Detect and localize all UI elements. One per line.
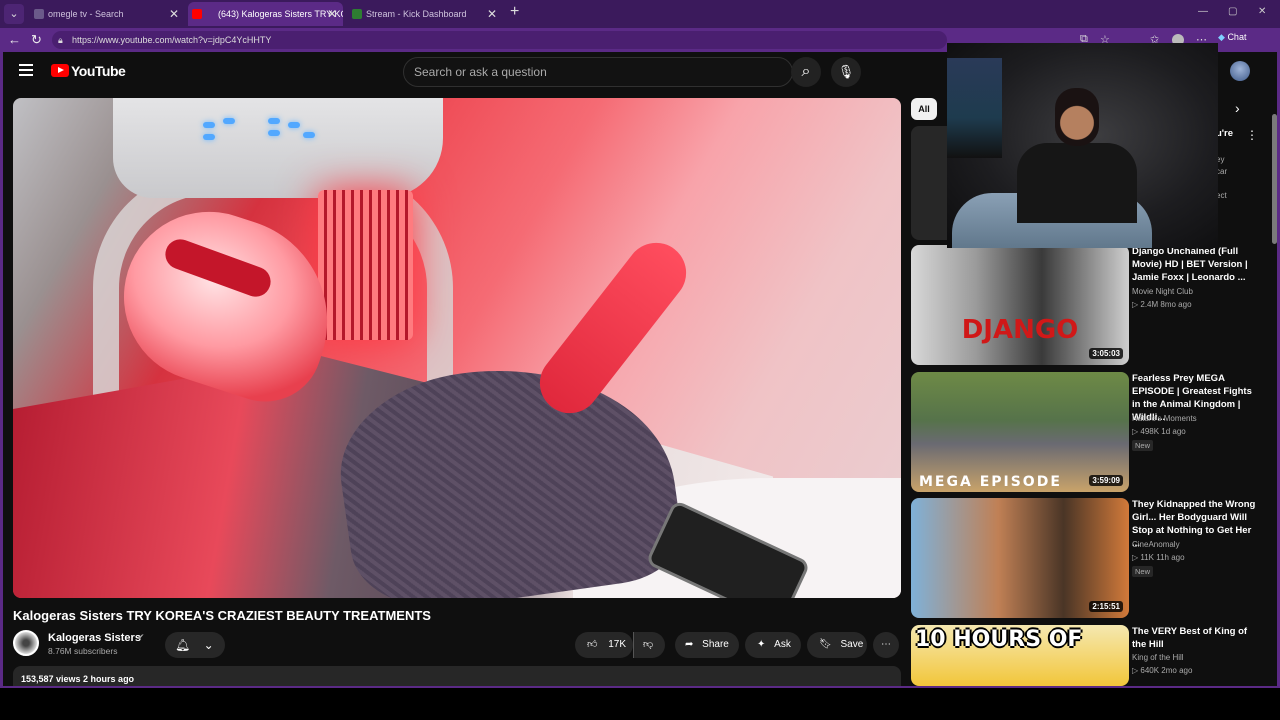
close-window-icon[interactable]: ✕ bbox=[1258, 6, 1266, 17]
thumbs-up-icon: 👍︎ bbox=[587, 639, 598, 650]
sparkle-icon: ✦ bbox=[757, 639, 766, 650]
kick-favicon-icon bbox=[352, 9, 362, 19]
copilot-chat-button[interactable]: ◆ Chat bbox=[1218, 32, 1246, 43]
scrollbar-thumb[interactable] bbox=[1272, 114, 1277, 244]
recommendation-meta: ▷ 498K 1d ago bbox=[1132, 427, 1186, 436]
minimize-icon[interactable]: — bbox=[1198, 6, 1208, 17]
recommendation-meta: ▷ 2.4M 8mo ago bbox=[1132, 300, 1192, 309]
share-button[interactable]: ➦ Share bbox=[675, 632, 739, 658]
recommendation-channel[interactable]: CineAnomaly bbox=[1132, 540, 1180, 549]
more-actions-button[interactable]: ⋯ bbox=[873, 632, 899, 658]
search-button[interactable]: ⌕ bbox=[791, 57, 821, 87]
search-input[interactable]: Search or ask a question bbox=[403, 57, 793, 87]
recommendation-channel[interactable]: King of the Hill bbox=[1132, 653, 1184, 662]
voice-search-button[interactable]: 🎙︎ bbox=[831, 57, 861, 87]
recommendation-meta: ▷ 11K 11h ago bbox=[1132, 553, 1185, 562]
recommendation-thumbnail[interactable]: DJANGO 3:05:03 bbox=[911, 245, 1129, 365]
tab-strip: ⌄ omegle tv - Search ✕ (643) Kalogeras S… bbox=[0, 0, 1280, 28]
tab-actions-icon[interactable]: ⌄ bbox=[4, 4, 24, 24]
youtube-logo-icon[interactable] bbox=[51, 64, 69, 77]
description-box[interactable]: 153,587 views 2 hours ago bbox=[13, 666, 901, 686]
video-title: Kalogeras Sisters TRY KOREA'S CRAZIEST B… bbox=[13, 608, 431, 623]
close-tab-icon[interactable]: ✕ bbox=[169, 2, 179, 26]
close-tab-icon[interactable]: ✕ bbox=[487, 2, 497, 26]
menu-icon[interactable] bbox=[19, 64, 33, 76]
ask-button[interactable]: ✦ Ask bbox=[745, 632, 801, 658]
subscriber-count: 8.76M subscribers bbox=[48, 646, 118, 656]
recommendation-meta: ▷ 640K 2mo ago bbox=[1132, 666, 1193, 675]
dislike-button[interactable]: 👎︎ bbox=[633, 632, 665, 658]
view-count: 153,587 views 2 hours ago bbox=[21, 674, 135, 684]
video-player[interactable] bbox=[13, 98, 901, 598]
channel-avatar[interactable] bbox=[13, 630, 39, 656]
search-icon: ⌕ bbox=[801, 63, 811, 80]
bell-icon: 🔔︎ bbox=[175, 638, 191, 652]
tab-kick[interactable]: Stream - Kick Dashboard ✕ bbox=[348, 2, 503, 26]
recommendation-thumbnail[interactable]: 2:15:51 bbox=[911, 498, 1129, 618]
tab-youtube[interactable]: (643) Kalogeras Sisters TRY KO ✕ bbox=[188, 2, 343, 26]
bookmark-icon: 🔖︎ bbox=[819, 639, 832, 650]
webcam-overlay bbox=[947, 43, 1218, 248]
account-avatar[interactable] bbox=[1230, 61, 1250, 81]
notification-bell-button[interactable]: 🔔︎ ⌄ bbox=[165, 632, 225, 658]
microphone-icon: 🎙︎ bbox=[837, 64, 855, 79]
more-horizontal-icon: ⋯ bbox=[881, 639, 891, 650]
address-bar[interactable]: 🔒︎ https://www.youtube.com/watch?v=jdpC4… bbox=[52, 31, 947, 49]
chevron-right-icon[interactable]: › bbox=[1235, 100, 1240, 116]
youtube-logo-text[interactable]: YouTube bbox=[71, 63, 126, 79]
back-icon[interactable]: ← bbox=[8, 32, 21, 47]
verified-icon: ✔ bbox=[137, 632, 145, 642]
recommendation-thumbnail[interactable]: MEGA EPISODE 3:59:09 bbox=[911, 372, 1129, 492]
lock-icon: 🔒︎ bbox=[58, 35, 63, 45]
close-tab-icon[interactable]: ✕ bbox=[327, 2, 337, 26]
more-vertical-icon[interactable]: ⋮ bbox=[1246, 128, 1258, 142]
new-badge: New bbox=[1132, 566, 1154, 577]
save-button[interactable]: 🔖︎ Save bbox=[807, 632, 867, 658]
filter-chip-all[interactable]: All bbox=[911, 98, 937, 120]
thumbs-down-icon: 👎︎ bbox=[643, 639, 654, 650]
new-tab-icon[interactable]: + bbox=[510, 3, 519, 21]
channel-name[interactable]: Kalogeras Sisters bbox=[48, 632, 141, 644]
new-badge: New bbox=[1132, 440, 1154, 451]
recommendation-channel[interactable]: Movie Night Club bbox=[1132, 287, 1193, 296]
chevron-down-icon: ⌄ bbox=[203, 638, 214, 652]
refresh-icon[interactable]: ↻ bbox=[31, 32, 42, 48]
recommendation-title[interactable]: Django Unchained (Full Movie) HD | BET V… bbox=[1132, 245, 1260, 284]
youtube-favicon-icon bbox=[192, 9, 202, 19]
recommendation-thumbnail[interactable]: 10 HOURS OF bbox=[911, 625, 1129, 686]
like-button[interactable]: 👍︎ 17K bbox=[575, 632, 633, 658]
tab-favicon-icon bbox=[34, 9, 44, 19]
recommendation-channel[interactable]: Nature's Moments bbox=[1132, 414, 1197, 423]
copilot-icon: ◆ bbox=[1218, 32, 1225, 42]
maximize-icon[interactable]: ▢ bbox=[1228, 6, 1237, 17]
tab-omegle[interactable]: omegle tv - Search ✕ bbox=[30, 2, 185, 26]
browser-window: ⌄ omegle tv - Search ✕ (643) Kalogeras S… bbox=[0, 0, 1280, 688]
share-icon: ➦ bbox=[685, 639, 694, 650]
recommendation-title[interactable]: The VERY Best of King of the Hill bbox=[1132, 625, 1260, 651]
